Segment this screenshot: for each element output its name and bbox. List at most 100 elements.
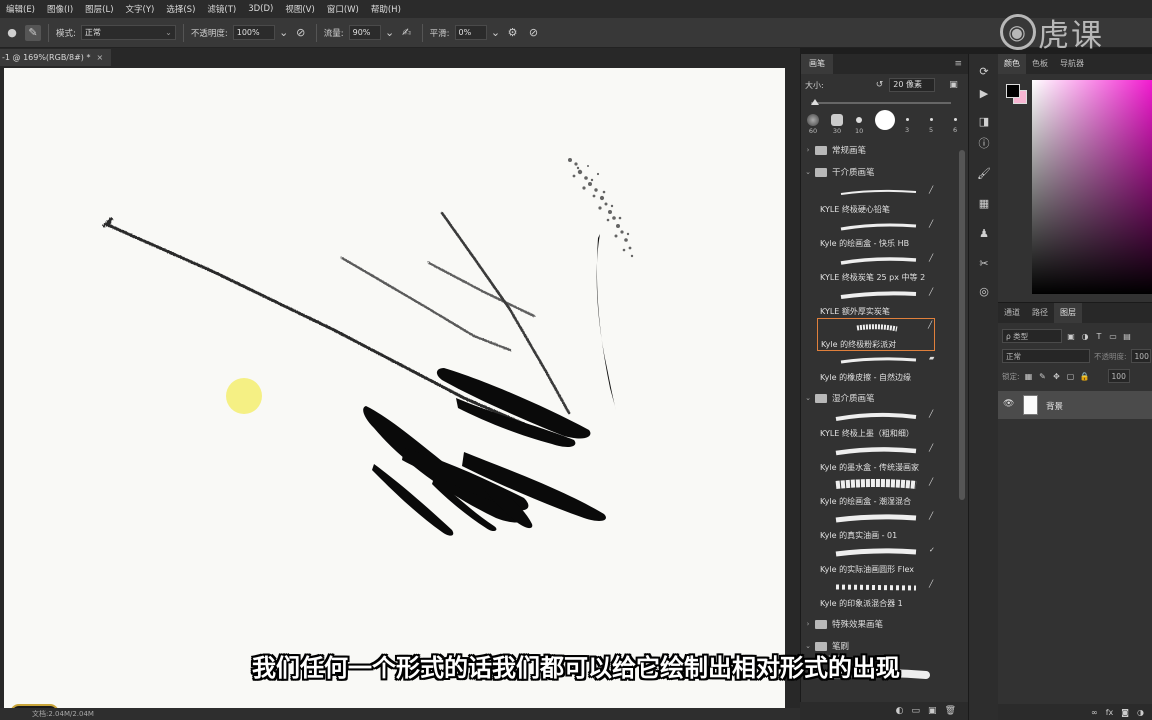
blend-mode-select[interactable]: 正常 [1002,349,1090,363]
color-picker-field[interactable] [1032,80,1152,294]
new-brush-icon[interactable]: ▣ [928,706,937,716]
flow-input[interactable]: 90% [348,25,381,40]
brush-item[interactable]: ✓ Kyle 的实际油画圆形 Flex [817,544,935,577]
lock-position-icon[interactable]: ✥ [1052,371,1062,381]
pressure-size-icon[interactable]: ⊘ [526,25,542,41]
preset-brush[interactable]: 6 [953,114,957,134]
adjustments-icon[interactable]: ◨ [975,112,993,130]
lock-pixels-icon[interactable]: ✎ [1038,371,1048,381]
adjustment-filter-icon[interactable]: ◑ [1080,331,1090,341]
preset-brush[interactable]: 3 [905,114,909,134]
preset-brush[interactable]: 5 [929,114,933,134]
tab-paths[interactable]: 路径 [1026,303,1054,323]
layer-filter-select[interactable]: ρ 类型 [1002,329,1062,343]
clone-source-icon[interactable]: ▦ [975,194,993,212]
stamp-icon[interactable]: ♟ [975,224,993,242]
document-tab[interactable]: -1 @ 169%(RGB/8#) * × [0,49,112,66]
pencil-stroke [102,216,526,426]
brush-group-general[interactable]: › 常规画笔 [801,140,959,160]
brush-item[interactable]: ╱ KYLE 额外厚实炭笔 [817,286,935,319]
menu-edit[interactable]: 编辑(E) [0,3,41,15]
brush-group-wet-media[interactable]: ⌄ 湿介质画笔 [801,388,959,408]
menu-filter[interactable]: 滤镜(T) [201,3,242,15]
menu-select[interactable]: 选择(S) [160,3,201,15]
tab-layers[interactable]: 图层 [1054,303,1082,323]
fx-icon[interactable]: fx [1106,708,1114,717]
new-group-icon[interactable]: ▭ [912,706,921,716]
smart-object-filter-icon[interactable]: ▤ [1122,331,1132,341]
menu-type[interactable]: 文字(Y) [120,3,161,15]
tools-icon[interactable]: ✂ [975,254,993,272]
layer-row-background[interactable]: 👁 背景 [998,391,1152,419]
play-icon[interactable]: ▶ [975,84,993,102]
lock-transparency-icon[interactable]: ▦ [1024,371,1034,381]
menu-layer[interactable]: 图层(L) [79,3,119,15]
brush-scrollbar[interactable] [959,150,965,710]
preset-brush[interactable]: 60 [807,114,819,135]
history-icon[interactable]: ⟳ [975,62,993,80]
brush-preset-icon[interactable]: ● [4,25,20,41]
lock-all-icon[interactable]: 🔒 [1080,371,1090,381]
chevron-down-icon[interactable]: ⌄ [279,25,288,41]
tab-brushes[interactable]: 画笔 [801,54,833,74]
brush-panel-header: 画笔 ≡ [801,54,968,74]
menu-help[interactable]: 帮助(H) [365,3,407,15]
type-filter-icon[interactable]: T [1094,331,1104,341]
brush-group-special-effects[interactable]: › 特殊效果画笔 [801,614,959,634]
image-filter-icon[interactable]: ▣ [1066,331,1076,341]
brush-icon: ╱ [929,478,934,486]
brush-icon[interactable]: 🖌 [975,164,993,182]
chevron-down-icon[interactable]: ⌄ [385,25,394,41]
close-icon[interactable]: × [96,53,103,62]
reset-icon[interactable]: ↺ [876,80,884,90]
link-icon[interactable]: ∞ [1091,708,1098,717]
brush-item-selected[interactable]: ╱ Kyle 的终极粉彩派对 [817,318,935,351]
smoothing-input[interactable]: 0% [454,25,487,40]
menu-image[interactable]: 图像(I) [41,3,79,15]
gear-icon[interactable]: ⚙ [505,25,521,41]
shape-filter-icon[interactable]: ▭ [1108,331,1118,341]
mode-select[interactable]: 正常 ⌄ [80,25,176,40]
libraries-icon[interactable]: ◎ [975,282,993,300]
menu-view[interactable]: 视图(V) [279,3,320,15]
brush-item[interactable]: ╱ Kyle 的墨水盒 - 传统漫画家 [817,442,935,475]
layer-opacity-input[interactable]: 100 [1130,349,1151,363]
info-icon[interactable]: ⓘ [975,134,993,152]
preset-brush[interactable]: 30 [831,114,843,135]
trash-icon[interactable]: 🗑 [945,706,956,716]
preset-brush[interactable] [875,110,895,131]
opacity-input[interactable]: 100% [232,25,275,40]
menu-3d[interactable]: 3D(D) [242,4,279,14]
canvas[interactable] [4,68,785,708]
brush-item[interactable]: ╱ KYLE 终极上墨（粗和细） [817,408,935,441]
toggle-brush-preview-icon[interactable]: ◐ [896,706,904,716]
mask-icon[interactable]: ◙ [1121,708,1129,717]
menu-window[interactable]: 窗口(W) [321,3,365,15]
scrollbar-thumb[interactable] [959,150,965,500]
lock-artboard-icon[interactable]: ▢ [1066,371,1076,381]
brush-item[interactable]: ╱ KYLE 终极炭笔 25 px 中等 2 [817,252,935,285]
brush-item[interactable]: ╱ Kyle 的真实油画 - 01 [817,510,935,543]
brush-item[interactable]: ▰ Kyle 的橡皮擦 - 自然边缘 [817,352,935,385]
foreground-color-swatch[interactable] [1006,84,1020,98]
slider-handle[interactable] [811,99,819,105]
adjustment-layer-icon[interactable]: ◑ [1137,708,1144,717]
fill-input[interactable]: 100 [1107,369,1130,383]
chevron-down-icon[interactable]: ⌄ [491,25,500,41]
pressure-opacity-icon[interactable]: ⊘ [293,25,309,41]
size-slider[interactable] [811,99,951,105]
brush-item[interactable]: ╱ Kyle 的绘画盒 - 潮湿混合 [817,476,935,509]
eye-icon[interactable]: 👁 [1003,399,1014,409]
brush-settings-icon[interactable]: ✎ [25,24,41,41]
brush-group-dry-media[interactable]: ⌄ 干介质画笔 [801,162,959,182]
tab-channels[interactable]: 通道 [998,303,1026,323]
brush-item[interactable]: ╱ Kyle 的绘画盒 - 快乐 HB [817,218,935,251]
menu-icon[interactable]: ≡ [954,59,962,69]
preset-brush[interactable]: 10 [855,114,863,135]
size-input[interactable]: 20 像素 [889,78,936,92]
new-brush-icon[interactable]: ▣ [949,80,958,90]
brush-item[interactable]: ╱ Kyle 的印象派混合器 1 [817,578,935,611]
brush-item[interactable]: ╱ KYLE 终极硬心铅笔 [817,184,935,217]
divider [48,23,49,42]
airbrush-icon[interactable]: ✍ [399,25,415,41]
